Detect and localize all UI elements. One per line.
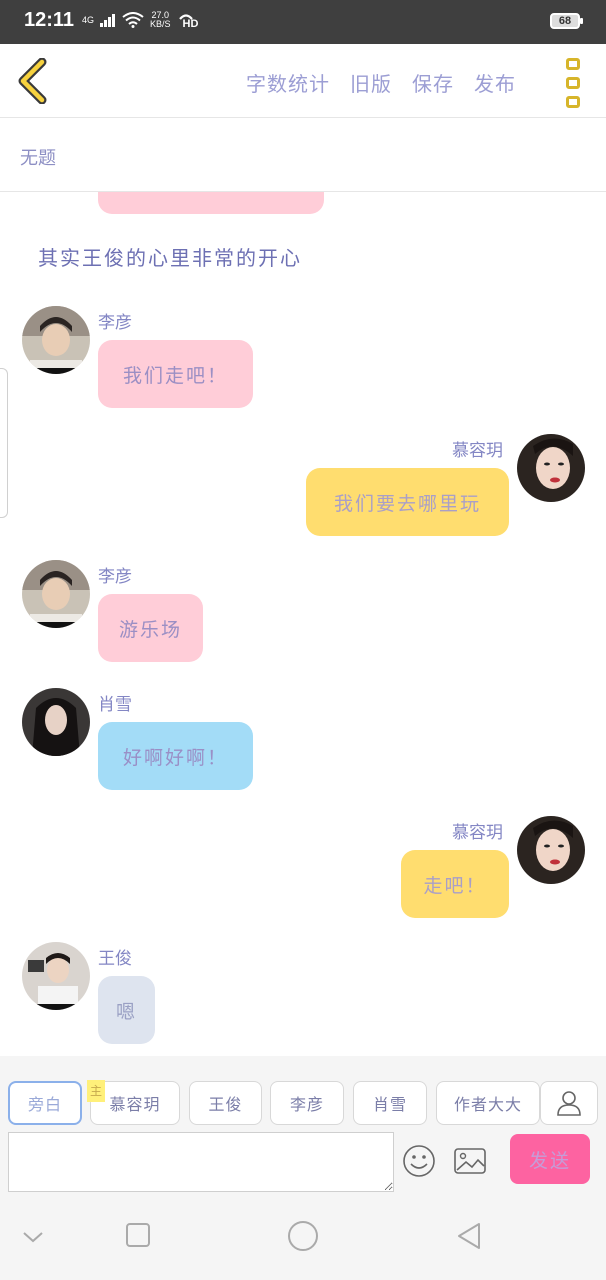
manage-characters-button[interactable] (540, 1081, 598, 1125)
avatar-murongyue[interactable] (517, 434, 585, 502)
message-bubble[interactable]: 走吧！ (401, 850, 509, 918)
menu-dot-icon (566, 58, 580, 70)
avatar-wangjun[interactable] (22, 942, 90, 1010)
message-bubble[interactable]: 嗯 (98, 976, 155, 1044)
wifi-icon (122, 12, 144, 28)
side-drawer-handle[interactable] (0, 368, 8, 518)
message-bubble[interactable]: 我们走吧！ (98, 340, 253, 408)
image-button[interactable] (452, 1144, 488, 1178)
chat-area[interactable]: 其实王俊的心里非常的开心 李彦 我们走吧！ 慕容玥 我们要去哪里玩 李彦 游乐场 (0, 192, 606, 1056)
toolbar-links: 字数统计 旧版 保存 发布 (246, 68, 516, 97)
signal-icon (100, 14, 116, 27)
old-version-link[interactable]: 旧版 (350, 68, 392, 97)
avatar-liyan[interactable] (22, 560, 90, 628)
image-icon (454, 1148, 486, 1174)
avatar-image (517, 434, 585, 502)
main-character-tag: 主 (87, 1080, 105, 1102)
chevron-down-icon[interactable] (22, 1230, 44, 1244)
role-author[interactable]: 作者大大 (436, 1081, 540, 1125)
message-bubble-partial[interactable] (98, 192, 324, 214)
more-menu-button[interactable] (563, 58, 583, 108)
message-bubble[interactable]: 游乐场 (98, 594, 203, 662)
sender-name: 肖雪 (98, 695, 132, 715)
avatar-image (22, 688, 90, 756)
status-icons: 4G 27.0 KB/S HD (82, 10, 199, 31)
avatar-image (22, 306, 90, 374)
menu-dot-icon (566, 96, 580, 108)
menu-dot-icon (566, 77, 580, 89)
role-xiaoxue[interactable]: 肖雪 (353, 1081, 427, 1125)
system-navigation-bar (0, 1200, 606, 1280)
narration-text[interactable]: 其实王俊的心里非常的开心 (38, 242, 302, 271)
role-liyan[interactable]: 李彦 (270, 1081, 344, 1125)
avatar-image (517, 816, 585, 884)
message-bubble[interactable]: 我们要去哪里玩 (306, 468, 509, 536)
emoji-icon (403, 1145, 435, 1177)
save-link[interactable]: 保存 (412, 68, 454, 97)
sender-name: 王俊 (98, 949, 132, 969)
network-type: 4G (82, 14, 95, 25)
role-wangjun[interactable]: 王俊 (189, 1081, 262, 1125)
message-input[interactable] (8, 1132, 394, 1192)
send-button[interactable]: 发送 (510, 1134, 590, 1184)
message-bubble[interactable]: 好啊好啊！ (98, 722, 253, 790)
word-count-link[interactable]: 字数统计 (246, 68, 330, 97)
composer: 发送 (0, 1128, 606, 1200)
status-time: 12:11 (24, 9, 75, 31)
home-icon[interactable] (287, 1220, 319, 1252)
avatar-image (22, 942, 90, 1010)
chevron-left-icon (18, 57, 47, 105)
sender-name: 慕容玥 (452, 441, 503, 461)
network-speed: 27.0 KB/S (150, 10, 171, 29)
publish-link[interactable]: 发布 (474, 68, 516, 97)
sender-name: 李彦 (98, 313, 132, 333)
battery-icon: 68 (550, 13, 583, 29)
person-icon (557, 1091, 581, 1116)
recents-icon[interactable] (125, 1222, 151, 1248)
sender-name: 李彦 (98, 567, 132, 587)
hd-badge: HD (182, 18, 199, 30)
avatar-xiaoxue[interactable] (22, 688, 90, 756)
emoji-button[interactable] (402, 1144, 436, 1178)
back-button[interactable] (14, 57, 54, 105)
avatar-murongyue[interactable] (517, 816, 585, 884)
role-narrator[interactable]: 旁白 (8, 1081, 82, 1125)
status-bar: 12:11 4G 27.0 KB/S HD 68 (0, 0, 606, 44)
avatar-liyan[interactable] (22, 306, 90, 374)
story-title: 无题 (20, 148, 56, 169)
back-triangle-icon[interactable] (455, 1221, 483, 1251)
avatar-image (22, 560, 90, 628)
title-field[interactable]: 无题 (0, 118, 606, 192)
sender-name: 慕容玥 (452, 823, 503, 843)
top-toolbar: 字数统计 旧版 保存 发布 (0, 44, 606, 118)
